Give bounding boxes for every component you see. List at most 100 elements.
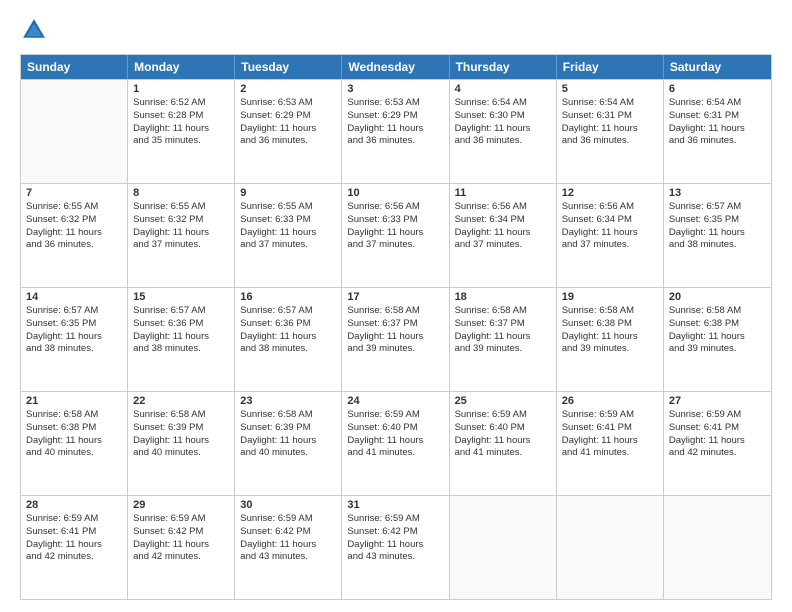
cell-info-line: Daylight: 11 hours [240,123,336,136]
cell-info-line: Sunrise: 6:56 AM [455,201,551,214]
calendar-header: SundayMondayTuesdayWednesdayThursdayFrid… [20,54,772,80]
cell-info-line: and 36 minutes. [669,135,766,148]
cell-info-line: Daylight: 11 hours [133,123,229,136]
cell-info-line: Sunrise: 6:59 AM [240,513,336,526]
cell-info-line: Sunset: 6:35 PM [669,214,766,227]
cell-info-line: Sunset: 6:37 PM [347,318,443,331]
cell-info-line: Sunrise: 6:58 AM [669,305,766,318]
cell-info-line: and 35 minutes. [133,135,229,148]
day-number: 26 [562,395,658,407]
cell-info-line: Sunrise: 6:59 AM [133,513,229,526]
calendar-cell: 9Sunrise: 6:55 AMSunset: 6:33 PMDaylight… [235,184,342,287]
cell-info-line: Sunset: 6:38 PM [26,422,122,435]
cell-info-line: and 37 minutes. [455,239,551,252]
cell-info-line: and 37 minutes. [347,239,443,252]
day-number: 30 [240,499,336,511]
cell-info-line: Sunset: 6:36 PM [240,318,336,331]
calendar-cell: 15 Sunrise: 6:57 AMSunset: 6:36 PMDayligh… [128,288,235,391]
calendar-cell: 20Sunrise: 6:58 AMSunset: 6:38 PMDayligh… [664,288,771,391]
cell-info-line: and 37 minutes. [240,239,336,252]
cell-info-line: Sunrise: 6:59 AM [455,409,551,422]
calendar-cell: 11Sunrise: 6:56 AMSunset: 6:34 PMDayligh… [450,184,557,287]
day-number: 11 [455,187,551,199]
cell-info-line: and 42 minutes. [26,551,122,564]
cell-info-line: Daylight: 11 hours [347,331,443,344]
calendar-row-0: 1Sunrise: 6:52 AMSunset: 6:28 PMDaylight… [21,80,771,184]
calendar-cell: 1Sunrise: 6:52 AMSunset: 6:28 PMDaylight… [128,80,235,183]
cell-info-line: Daylight: 11 hours [240,227,336,240]
cell-info-line: Daylight: 11 hours [133,435,229,448]
day-number: 15 [133,291,229,303]
cell-info-line: Sunset: 6:40 PM [347,422,443,435]
cell-info-line: Sunset: 6:33 PM [347,214,443,227]
cell-info-line: Daylight: 11 hours [669,331,766,344]
cell-info-line: Sunrise: 6:56 AM [347,201,443,214]
cell-info-line: and 42 minutes. [669,447,766,460]
calendar-cell: 7Sunrise: 6:55 AMSunset: 6:32 PMDaylight… [21,184,128,287]
cell-info-line: and 38 minutes. [26,343,122,356]
cell-info-line: Sunset: 6:41 PM [26,526,122,539]
day-number: 22 [133,395,229,407]
cell-info-line: and 36 minutes. [26,239,122,252]
day-number: 9 [240,187,336,199]
cell-info-line: Sunrise: 6:58 AM [347,305,443,318]
cell-info-line: Daylight: 11 hours [562,331,658,344]
calendar-cell: 22Sunrise: 6:58 AMSunset: 6:39 PMDayligh… [128,392,235,495]
calendar-cell: 21Sunrise: 6:58 AMSunset: 6:38 PMDayligh… [21,392,128,495]
header [20,16,772,44]
day-number: 16 [240,291,336,303]
calendar-body: 1Sunrise: 6:52 AMSunset: 6:28 PMDaylight… [20,80,772,600]
cell-info-line: Sunrise: 6:54 AM [669,97,766,110]
cell-info-line: and 36 minutes. [240,135,336,148]
cell-info-line: and 36 minutes. [562,135,658,148]
calendar-cell: 16Sunrise: 6:57 AMSunset: 6:36 PMDayligh… [235,288,342,391]
cell-info-line: Sunset: 6:32 PM [26,214,122,227]
calendar-row-4: 28Sunrise: 6:59 AMSunset: 6:41 PMDayligh… [21,496,771,599]
cell-info-line: and 41 minutes. [562,447,658,460]
day-number: 4 [455,83,551,95]
cell-info-line: Sunrise: 6:59 AM [562,409,658,422]
calendar-cell: 19Sunrise: 6:58 AMSunset: 6:38 PMDayligh… [557,288,664,391]
cell-info-line: Daylight: 11 hours [347,123,443,136]
cell-info-line: and 41 minutes. [347,447,443,460]
cell-info-line: Daylight: 11 hours [669,435,766,448]
header-day-monday: Monday [128,55,235,79]
cell-info-line: Daylight: 11 hours [455,331,551,344]
cell-info-line: Sunset: 6:38 PM [562,318,658,331]
cell-info-line: Sunrise: 6:53 AM [240,97,336,110]
cell-info-line: Sunset: 6:28 PM [133,110,229,123]
day-number: 8 [133,187,229,199]
calendar-cell: 18Sunrise: 6:58 AMSunset: 6:37 PMDayligh… [450,288,557,391]
day-number: 13 [669,187,766,199]
cell-info-line: Sunset: 6:29 PM [240,110,336,123]
day-number: 7 [26,187,122,199]
cell-info-line: and 37 minutes. [133,239,229,252]
cell-info-line: Sunset: 6:30 PM [455,110,551,123]
calendar-cell: 4Sunrise: 6:54 AMSunset: 6:30 PMDaylight… [450,80,557,183]
cell-info-line: and 41 minutes. [455,447,551,460]
day-number: 24 [347,395,443,407]
day-number: 3 [347,83,443,95]
cell-info-line: and 38 minutes. [240,343,336,356]
day-number: 12 [562,187,658,199]
cell-info-line: Daylight: 11 hours [240,539,336,552]
cell-info-line: Daylight: 11 hours [133,331,229,344]
header-day-friday: Friday [557,55,664,79]
cell-info-line: Sunset: 6:38 PM [669,318,766,331]
calendar-cell: 2Sunrise: 6:53 AMSunset: 6:29 PMDaylight… [235,80,342,183]
calendar-cell: 12Sunrise: 6:56 AMSunset: 6:34 PMDayligh… [557,184,664,287]
cell-info-line: Sunrise: 6:52 AM [133,97,229,110]
cell-info-line: and 39 minutes. [347,343,443,356]
cell-info-line: Sunset: 6:35 PM [26,318,122,331]
cell-info-line: Sunrise: 6:57 AM [133,305,229,318]
logo [20,16,52,44]
day-number: 23 [240,395,336,407]
cell-info-line: and 42 minutes. [133,551,229,564]
calendar-cell: 27Sunrise: 6:59 AMSunset: 6:41 PMDayligh… [664,392,771,495]
calendar-row-3: 21Sunrise: 6:58 AMSunset: 6:38 PMDayligh… [21,392,771,496]
cell-info-line: Sunrise: 6:56 AM [562,201,658,214]
calendar-cell: 8Sunrise: 6:55 AMSunset: 6:32 PMDaylight… [128,184,235,287]
cell-info-line: Sunset: 6:36 PM [133,318,229,331]
cell-info-line: Daylight: 11 hours [26,435,122,448]
cell-info-line: Sunset: 6:34 PM [455,214,551,227]
